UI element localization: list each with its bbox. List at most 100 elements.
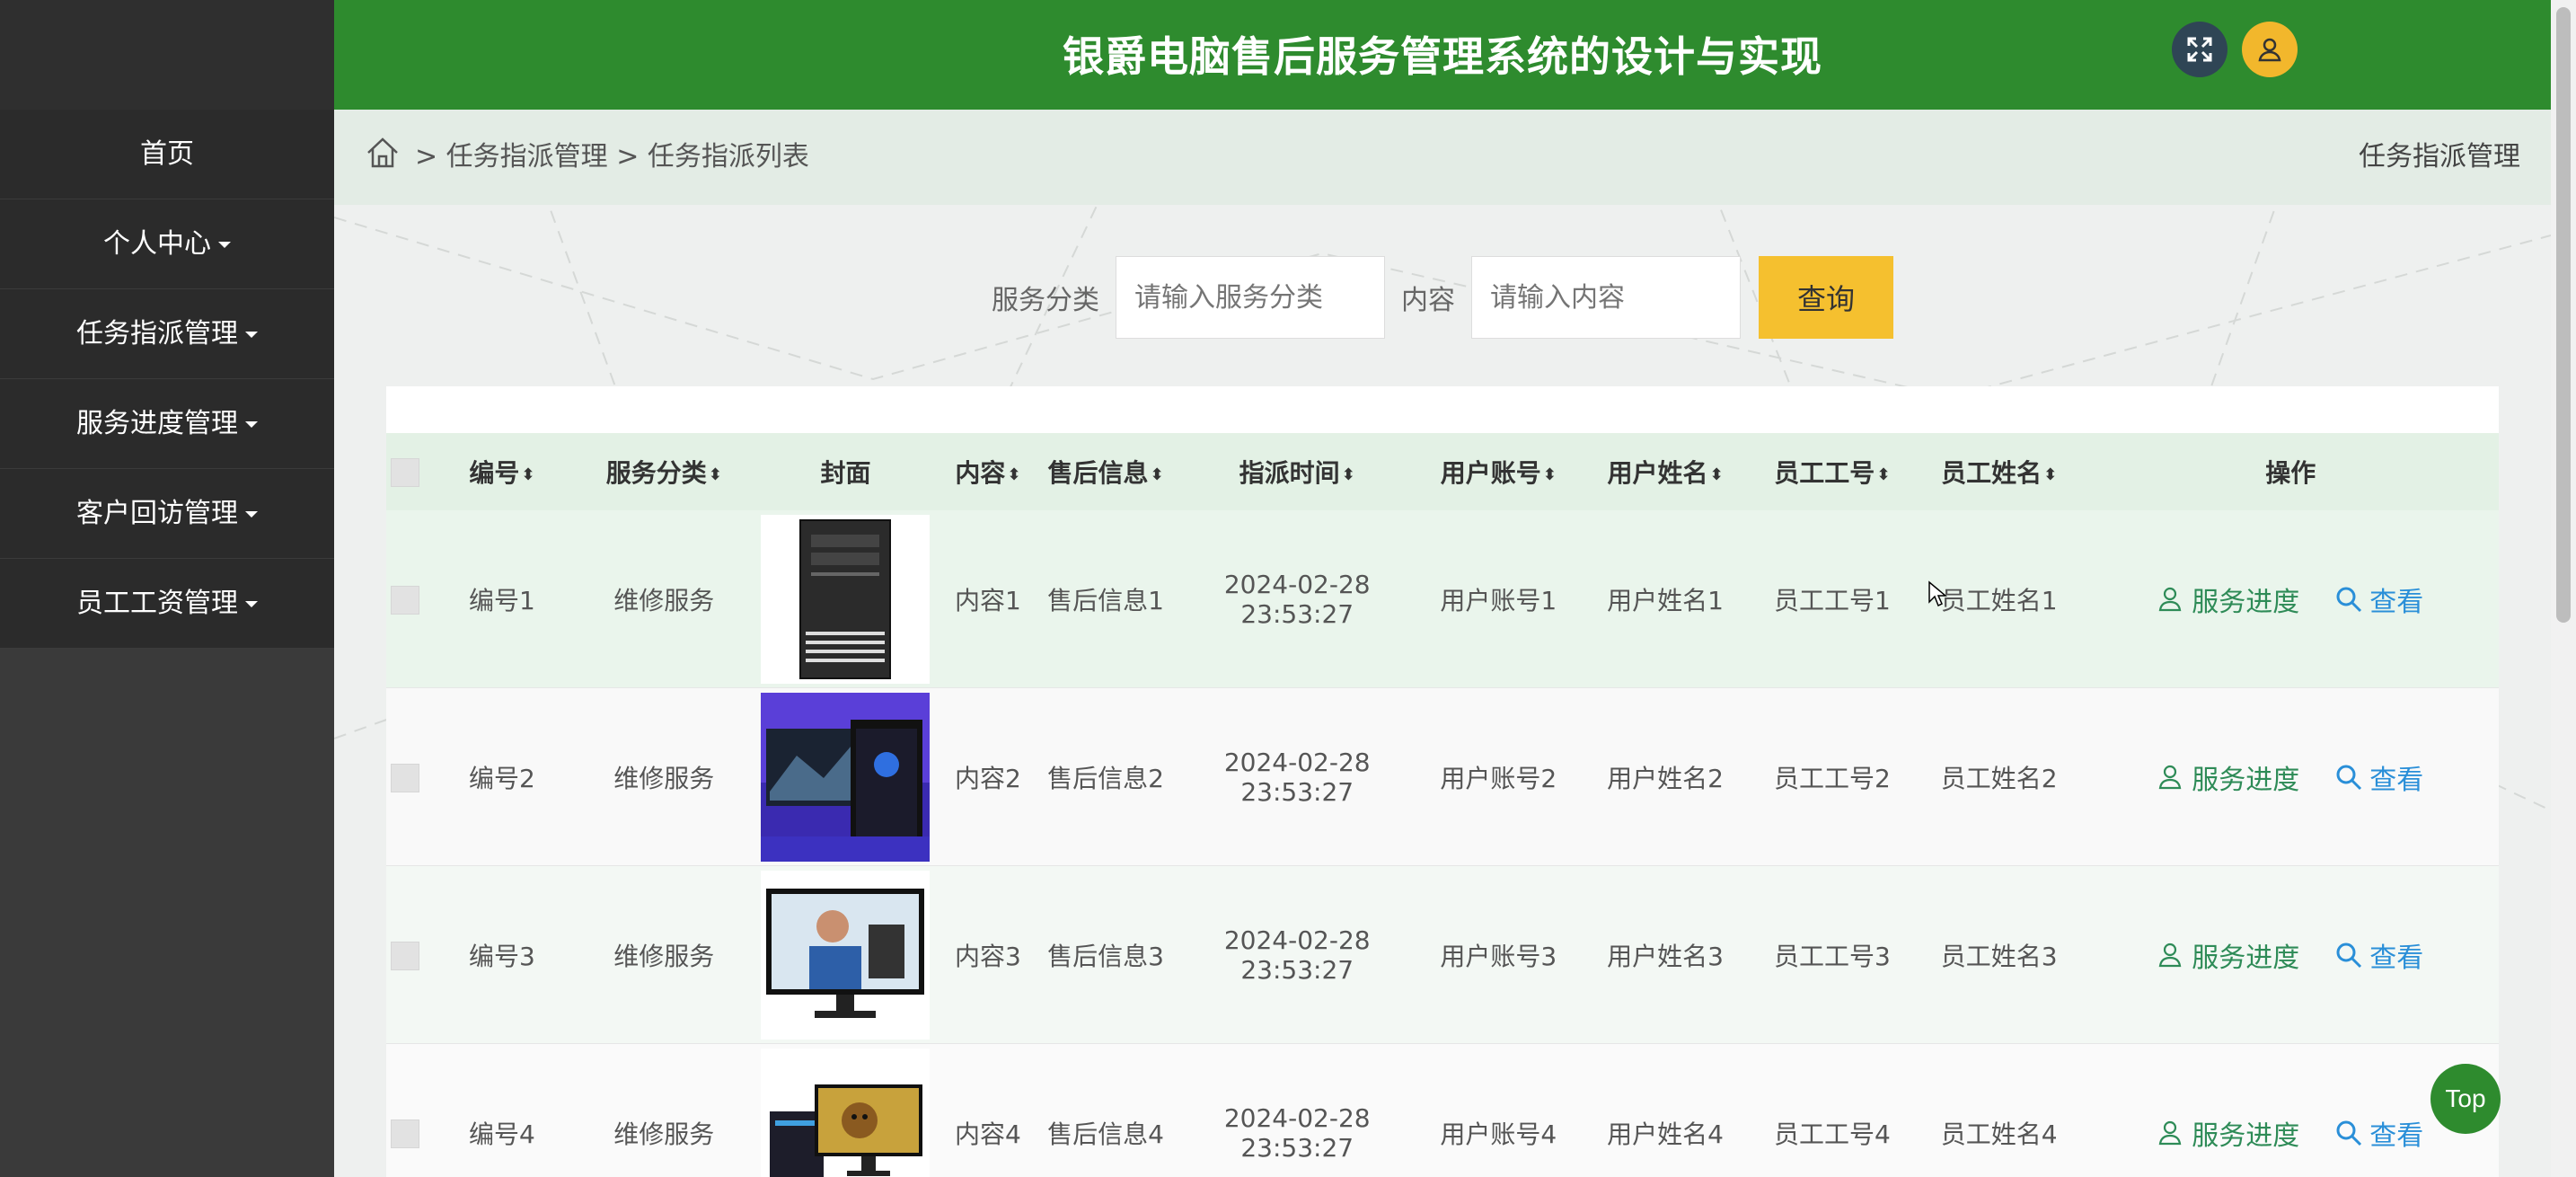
cell-account: 用户账号3	[1415, 865, 1583, 1044]
row-select-cell[interactable]	[386, 687, 424, 866]
user-icon	[2258, 38, 2281, 62]
cell-time: 2024-02-28 23:53:27	[1179, 865, 1416, 1044]
column-header-info[interactable]: 售后信息 ⬍	[1032, 433, 1179, 510]
cell-content: 内容2	[943, 687, 1033, 866]
row-select-cell[interactable]	[386, 865, 424, 1044]
sidebar-item-task-assign[interactable]: 任务指派管理	[0, 289, 334, 379]
sidebar-item-label: 客户回访管理	[76, 498, 238, 529]
view-label: 查看	[2369, 1119, 2424, 1152]
cell-actions: 服务进度 查看	[2082, 510, 2499, 688]
sidebar-item-salary[interactable]: 员工工资管理	[0, 559, 334, 649]
service-progress-label: 服务进度	[2192, 764, 2300, 796]
fullscreen-button[interactable]	[2172, 22, 2228, 77]
cover-image	[761, 1048, 931, 1177]
service-progress-button[interactable]: 服务进度	[2157, 757, 2299, 797]
view-label: 查看	[2369, 586, 2424, 618]
search-icon	[2336, 765, 2362, 790]
sidebar-logo-area	[0, 0, 334, 110]
back-to-top-button[interactable]: Top	[2430, 1064, 2501, 1134]
column-header-category[interactable]: 服务分类 ⬍	[580, 433, 747, 510]
sidebar-item-personal-center[interactable]: 个人中心	[0, 199, 334, 289]
cell-account: 用户账号2	[1415, 687, 1583, 866]
sort-icon: ⬍	[708, 465, 722, 484]
caret-down-icon	[245, 332, 258, 338]
row-checkbox[interactable]	[390, 763, 419, 792]
row-checkbox[interactable]	[390, 585, 419, 615]
column-header-content[interactable]: 内容 ⬍	[944, 433, 1032, 510]
select-all-cell[interactable]	[386, 433, 424, 510]
service-progress-button[interactable]: 服务进度	[2157, 580, 2299, 619]
cell-category: 维修服务	[580, 1043, 748, 1177]
view-button[interactable]: 查看	[2335, 1113, 2423, 1153]
sort-icon: ⬍	[1150, 465, 1164, 484]
cell-staff-name: 员工姓名3	[1915, 865, 2083, 1044]
cell-staff-name: 员工姓名2	[1915, 687, 2083, 866]
sidebar: 首页 个人中心 任务指派管理 服务进度管理 客户回访管理 员工工资管理	[0, 0, 334, 1177]
view-button[interactable]: 查看	[2335, 935, 2423, 975]
row-actions: 服务进度 查看	[2084, 580, 2498, 619]
cover-image	[761, 692, 931, 862]
scrollbar-thumb[interactable]	[2556, 7, 2571, 623]
view-label: 查看	[2369, 764, 2424, 796]
cell-staff-no: 员工工号1	[1748, 510, 1916, 688]
service-progress-button[interactable]: 服务进度	[2157, 1113, 2299, 1153]
content-input[interactable]	[1471, 256, 1741, 339]
search-icon	[2336, 942, 2362, 968]
category-input[interactable]	[1116, 256, 1385, 339]
table-row[interactable]: 编号3 维修服务 内容3 售后信息3 2024-02-28 23:53:27 用户账号3 用…	[386, 865, 2499, 1044]
column-header-cover: 封面	[820, 458, 871, 488]
row-checkbox[interactable]	[390, 941, 419, 970]
table-row[interactable]: 编号1 维修服务 内容1 售后信息1 2024-02-28 23:53:27 用户账号1 用…	[386, 510, 2499, 688]
expand-icon	[2187, 37, 2212, 62]
select-all-checkbox[interactable]	[390, 458, 419, 487]
cell-info: 售后信息4	[1032, 1043, 1180, 1177]
cell-info: 售后信息1	[1032, 510, 1180, 688]
cell-info: 售后信息2	[1032, 687, 1180, 866]
sidebar-item-customer-revisit[interactable]: 客户回访管理	[0, 469, 334, 559]
service-progress-button[interactable]: 服务进度	[2157, 935, 2299, 975]
column-header-time[interactable]: 指派时间 ⬍	[1179, 433, 1415, 510]
row-select-cell[interactable]	[386, 1043, 424, 1177]
cover-image	[761, 514, 931, 684]
sidebar-item-label: 服务进度管理	[76, 408, 238, 439]
user-menu-button[interactable]	[2242, 22, 2298, 77]
column-header-account[interactable]: 用户账号 ⬍	[1415, 433, 1582, 510]
sidebar-item-home[interactable]: 首页	[0, 110, 334, 199]
caret-down-icon	[218, 242, 231, 248]
row-checkbox[interactable]	[390, 1119, 419, 1148]
row-select-cell[interactable]	[386, 510, 424, 688]
view-label: 查看	[2369, 942, 2424, 974]
user-progress-icon	[2158, 942, 2182, 967]
mouse-cursor-icon	[1928, 580, 1947, 607]
row-actions: 服务进度 查看	[2084, 935, 2498, 975]
scrollbar[interactable]	[2551, 0, 2576, 1177]
view-button[interactable]: 查看	[2335, 580, 2423, 619]
cell-id: 编号3	[423, 865, 581, 1044]
column-header-staff-name[interactable]: 员工姓名 ⬍	[1916, 433, 2083, 510]
column-header-actions: 操作	[2265, 458, 2316, 488]
view-button[interactable]: 查看	[2335, 757, 2423, 797]
cover-image	[761, 870, 931, 1040]
column-header-staff-no[interactable]: 员工工号 ⬍	[1749, 433, 1916, 510]
user-progress-icon	[2158, 587, 2182, 611]
table-row[interactable]: 编号2 维修服务 内容2 售后信息2 2024-02-28 23:53:27 用户账号2 用…	[386, 687, 2499, 866]
sort-icon: ⬍	[1007, 465, 1021, 484]
breadcrumb: > 任务指派管理 > 任务指派列表 任务指派管理	[334, 110, 2551, 205]
cell-id: 编号4	[423, 1043, 581, 1177]
cell-account: 用户账号4	[1415, 1043, 1583, 1177]
row-actions: 服务进度 查看	[2084, 1113, 2498, 1153]
sidebar-item-label: 个人中心	[103, 228, 211, 260]
sort-icon: ⬍	[521, 465, 535, 484]
table-header-row: 编号 ⬍ 服务分类 ⬍ 封面 内容 ⬍ 售后信息 ⬍ 指派时间 ⬍ 用户账号 ⬍ 用户姓名 ⬍…	[386, 433, 2499, 510]
column-header-id[interactable]: 编号 ⬍	[424, 433, 581, 510]
cell-id: 编号1	[423, 510, 581, 688]
sidebar-item-service-progress[interactable]: 服务进度管理	[0, 379, 334, 469]
cell-category: 维修服务	[580, 865, 748, 1044]
home-icon[interactable]	[365, 135, 401, 171]
sort-icon: ⬍	[1542, 465, 1557, 484]
cell-name: 用户姓名2	[1582, 687, 1749, 866]
column-header-name[interactable]: 用户姓名 ⬍	[1582, 433, 1749, 510]
search-button[interactable]: 查询	[1759, 256, 1893, 339]
cell-category: 维修服务	[580, 510, 748, 688]
table-row[interactable]: 编号4 维修服务 内容4 售后信息4 2024-02-28 23:53:27 用户账号4 用…	[386, 1043, 2499, 1177]
